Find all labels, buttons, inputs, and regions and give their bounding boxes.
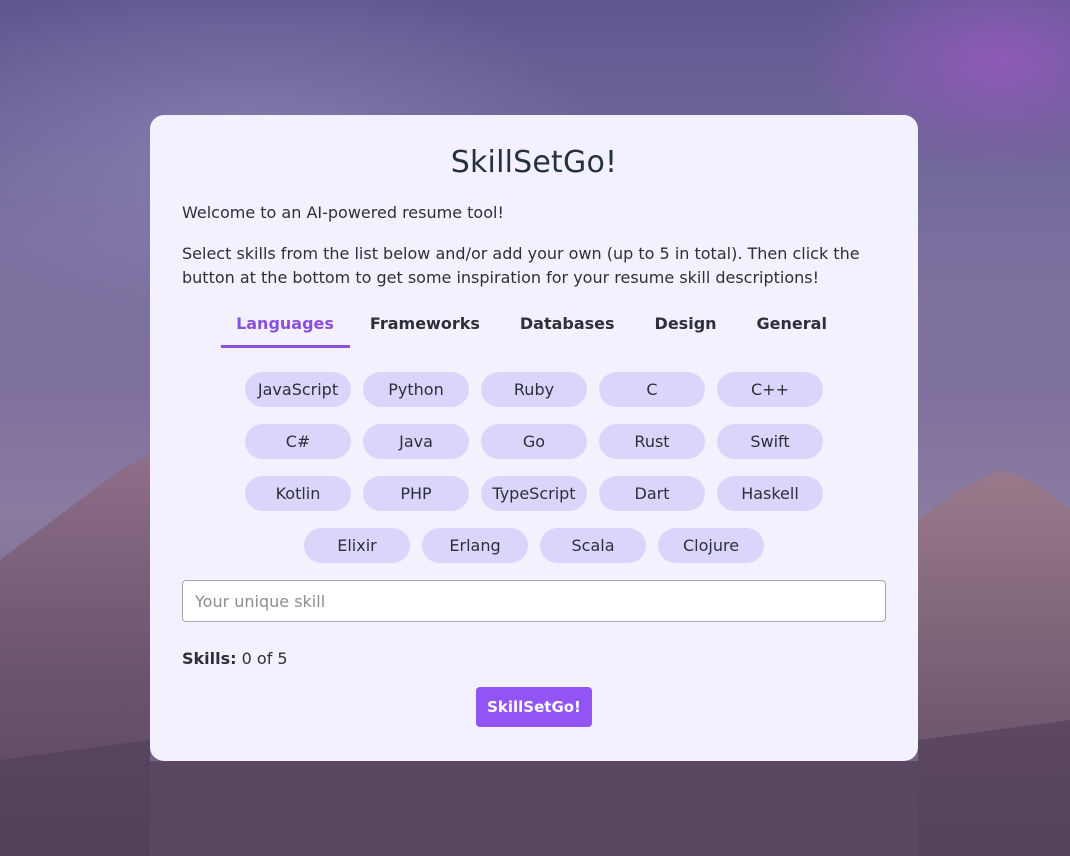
submit-area: SkillSetGo! (182, 687, 886, 727)
skill-chip-javascript[interactable]: JavaScript (245, 372, 351, 407)
skills-counter: Skills: 0 of 5 (182, 649, 886, 668)
skills-counter-value: 0 of 5 (241, 649, 288, 668)
skill-chip-c[interactable]: C (599, 372, 705, 407)
instructions-text: Select skills from the list below and/or… (182, 244, 860, 287)
custom-skill-input[interactable] (182, 580, 886, 622)
main-card: SkillSetGo! Welcome to an AI-powered res… (150, 115, 918, 761)
skill-chip-rust[interactable]: Rust (599, 424, 705, 459)
skill-chip-clojure[interactable]: Clojure (658, 528, 764, 563)
tab-general[interactable]: General (737, 310, 847, 348)
skill-chip-list: JavaScript Python Ruby C C++ C# Java Go … (182, 372, 886, 563)
app-title: SkillSetGo! (450, 145, 618, 180)
skill-chip-haskell[interactable]: Haskell (717, 476, 823, 511)
tab-languages[interactable]: Languages (221, 310, 350, 348)
skill-chip-csharp[interactable]: C# (245, 424, 351, 459)
tab-databases[interactable]: Databases (500, 310, 635, 348)
skill-chip-erlang[interactable]: Erlang (422, 528, 528, 563)
skill-chip-row: Elixir Erlang Scala Clojure (182, 528, 886, 563)
skill-chip-python[interactable]: Python (363, 372, 469, 407)
skill-chip-dart[interactable]: Dart (599, 476, 705, 511)
welcome-text: Welcome to an AI-powered resume tool! (182, 203, 504, 222)
skill-chip-go[interactable]: Go (481, 424, 587, 459)
skill-chip-cpp[interactable]: C++ (717, 372, 823, 407)
skill-chip-scala[interactable]: Scala (540, 528, 646, 563)
tab-design[interactable]: Design (635, 310, 737, 348)
skill-chip-elixir[interactable]: Elixir (304, 528, 410, 563)
skill-chip-swift[interactable]: Swift (717, 424, 823, 459)
skill-chip-row: JavaScript Python Ruby C C++ (182, 372, 886, 407)
skill-chip-typescript[interactable]: TypeScript (481, 476, 587, 511)
tab-frameworks[interactable]: Frameworks (350, 310, 500, 348)
skill-chip-row: C# Java Go Rust Swift (182, 424, 886, 459)
skill-chip-java[interactable]: Java (363, 424, 469, 459)
skill-chip-kotlin[interactable]: Kotlin (245, 476, 351, 511)
skills-counter-label: Skills: (182, 649, 237, 668)
skill-chip-php[interactable]: PHP (363, 476, 469, 511)
skillsetgo-button[interactable]: SkillSetGo! (476, 687, 592, 727)
category-tabs: Languages Frameworks Databases Design Ge… (182, 310, 886, 348)
skill-chip-ruby[interactable]: Ruby (481, 372, 587, 407)
skill-chip-row: Kotlin PHP TypeScript Dart Haskell (182, 476, 886, 511)
